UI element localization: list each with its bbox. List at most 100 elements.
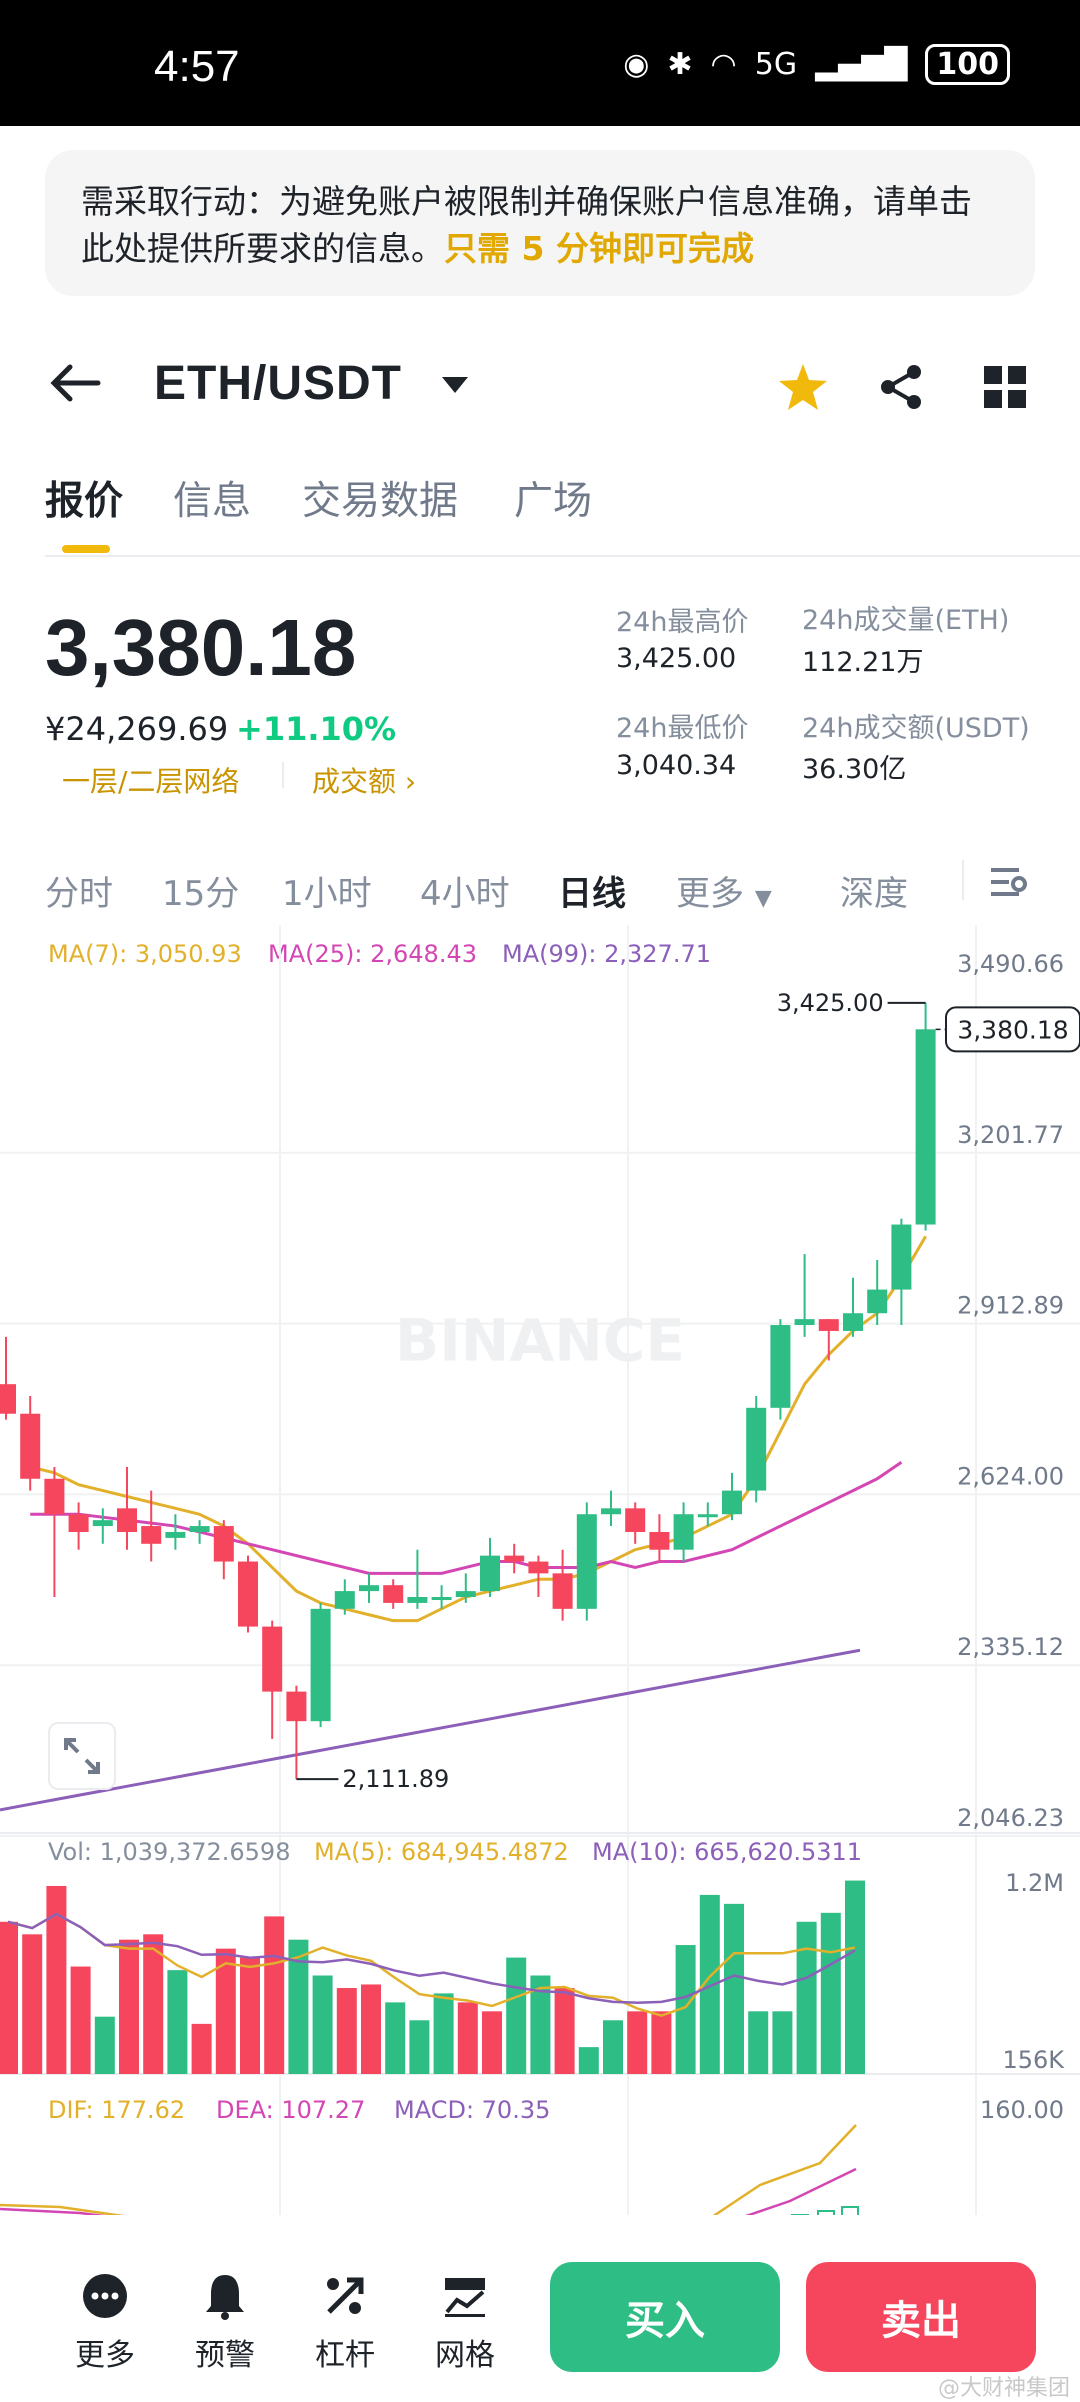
tab-square[interactable]: 广场 [514,470,592,526]
network-link[interactable]: 一层/二层网络 [62,760,239,800]
pair-title[interactable]: ETH/USDT [154,356,402,411]
candle-body [504,1555,525,1562]
kline-chart[interactable]: BINANCE 3,490.66 3,201.77 2,912.89 2,624.00… [0,925,1080,2215]
interval-1h[interactable]: 1小时 [282,866,372,915]
candle-body [262,1626,283,1692]
interval-more[interactable]: 更多 ▼ [676,866,772,915]
price-axis: 3,490.66 3,201.77 2,912.89 2,624.00 2,335.12… [296,950,1080,1832]
interval-15m[interactable]: 15分 [162,866,239,915]
fullscreen-icon[interactable] [48,1722,116,1790]
grid-menu-icon[interactable] [976,358,1034,416]
divider [282,762,284,788]
candle-body [552,1573,573,1609]
grid-label: 网格 [435,2338,495,2373]
candle-body [165,1531,186,1538]
last-price: 3,380.18 [45,603,357,692]
volume-bar [820,1912,841,2074]
interval-1d[interactable]: 日线 [558,866,626,915]
volume-link-label: 成交额 [312,765,397,798]
chevron-right-icon: › [404,765,417,798]
candle-body [891,1224,912,1290]
volume-bar [603,2020,623,2074]
candle-body [92,1520,113,1527]
candle-body [625,1508,646,1532]
volume-bars: 1.2M 156K [0,1832,1080,2075]
status-time: 4:57 [154,42,240,91]
price-axis-label: 2,624.00 [957,1462,1064,1490]
banner-action-link[interactable]: 只需 5 分钟即可完成 [444,229,754,268]
price-axis-label: 2,046.23 [957,1804,1064,1832]
battery-icon: 100 [925,44,1010,85]
bluetooth-icon: ✱ [667,47,693,82]
volume-bar [119,1939,139,2074]
pair-dropdown-icon[interactable] [440,375,470,399]
candle-body [0,1384,16,1414]
dea-legend: DEA: 107.27 [216,2096,366,2124]
candle-body [383,1585,404,1603]
more-icon [60,2268,150,2324]
volume-bar [482,2011,502,2074]
candle-body [238,1561,258,1627]
candle-body [818,1319,839,1331]
bell-icon [180,2268,270,2324]
volume-bar [143,1934,164,2074]
interval-more-label: 更多 [676,874,744,914]
leverage-button[interactable]: 杠杆 [300,2268,390,2374]
more-button[interactable]: 更多 [60,2268,150,2374]
banner-text: 需采取行动：为避免账户被限制并确保账户信息准确，请单击此处提供所要求的信息。只需… [81,178,1001,272]
leverage-icon [300,2268,390,2324]
volume-bar [651,2011,672,2074]
high-value: 3,425.00 [616,643,737,674]
vol-eth-value: 112.21万 [802,647,924,678]
dif-line [712,2124,857,2215]
alert-button[interactable]: 预警 [180,2268,270,2374]
divider [962,860,964,900]
interval-4h[interactable]: 4小时 [420,866,510,915]
favorite-star-icon[interactable] [774,358,832,416]
candle-body [528,1561,549,1574]
alert-label: 预警 [195,2338,255,2373]
vol-ma5-legend: MA(5): 684,945.4872 [314,1838,569,1866]
volume-bar [0,1921,18,2074]
volume-link[interactable]: 成交额 › [312,760,416,800]
candle-body [915,1029,936,1225]
low-label: 24h最低价 [616,713,749,744]
tab-price[interactable]: 报价 [45,470,123,526]
dif-legend: DIF: 177.62 [48,2096,186,2124]
sell-button[interactable]: 卖出 [806,2262,1036,2372]
candle-body [843,1313,863,1331]
price-axis-label: 3,490.66 [957,950,1064,978]
buy-button[interactable]: 买入 [550,2262,780,2372]
volume-bar [845,1880,865,2074]
cny-price: ¥24,269.69 [45,710,229,748]
current-price-label: 3,380.18 [957,1015,1068,1044]
interval-time[interactable]: 分时 [45,866,113,915]
back-arrow-icon[interactable] [40,348,110,418]
candle-body [68,1514,89,1532]
action-banner[interactable]: 需采取行动：为避免账户被限制并确保账户信息准确，请单击此处提供所要求的信息。只需… [45,150,1035,296]
candle-body [334,1591,355,1609]
volume-axis-label: 1.2M [1005,1869,1064,1897]
wifi-icon: ◠ [710,47,737,82]
candle-body [431,1597,452,1601]
leverage-label: 杠杆 [315,2338,375,2373]
volume-bar [264,1916,285,2074]
ma25-line [30,1460,903,1575]
volume-bar [748,2011,769,2074]
tab-trade-data[interactable]: 交易数据 [302,470,458,526]
candle-body [576,1514,597,1609]
tab-info[interactable]: 信息 [173,470,251,526]
chart-settings-icon[interactable] [986,860,1030,904]
volume-bar [385,2002,406,2074]
volume-bar [578,2047,599,2074]
share-icon[interactable] [872,358,930,416]
status-icons: ◉ ✱ ◠ 5G ▂▄▆█ 100 [623,44,1010,85]
binance-watermark: BINANCE [395,1307,685,1375]
grid-button[interactable]: 网格 [420,2268,510,2374]
candle-body [746,1407,767,1491]
interval-depth[interactable]: 深度 [840,866,908,915]
vol-usdt-label: 24h成交额(USDT) [802,713,1030,744]
volume-bar [191,2023,212,2074]
volume-bar [724,1903,744,2074]
status-bar: 4:57 ◉ ✱ ◠ 5G ▂▄▆█ 100 [0,0,1080,126]
